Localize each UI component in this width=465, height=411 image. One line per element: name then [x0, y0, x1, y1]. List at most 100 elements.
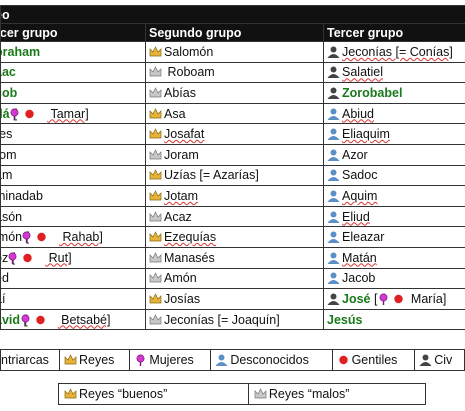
crown-gray-icon: [149, 313, 162, 326]
cell-name: Abías: [164, 85, 196, 100]
person-icon: [327, 108, 340, 120]
table-cell: avid [ Betsabé]: [0, 308, 146, 331]
table-row: oz [ Rut] Manasés Matán: [0, 246, 465, 269]
person-icon: [327, 252, 340, 264]
table-row: ed Amón Jacob: [0, 267, 465, 290]
table-cell: Eleazar: [322, 226, 465, 248]
cell-extra: Tamar]: [47, 106, 89, 121]
cell-name: Salomón: [164, 44, 214, 59]
cell-name: Josías: [164, 291, 201, 306]
person-dark-icon: [327, 66, 340, 79]
cell-name: Ezequías: [164, 230, 217, 245]
crown-gold-icon: [149, 190, 162, 202]
table-cell: ed: [0, 267, 146, 290]
cell-name: Roboam: [164, 65, 215, 80]
legend-good-kings: Reyes “buenos”: [58, 383, 249, 405]
crown-gold-icon: [149, 128, 162, 140]
table-cell: Salatiel: [322, 61, 465, 84]
cell-name: Joram: [164, 147, 199, 162]
table-cell: Jeconías [= Joaquín]: [145, 308, 324, 331]
column-header-second: Segundo grupo: [145, 23, 324, 42]
cell-name: Azor: [342, 147, 368, 162]
table-cell: José [ María]: [322, 288, 465, 310]
cell-name: Abiud: [342, 106, 374, 121]
column-header-third: Tercer grupo: [322, 23, 465, 42]
cell-name: asón: [1, 209, 23, 224]
crown-gold-icon: [149, 231, 162, 243]
table-cell: Jotam: [145, 185, 324, 207]
cell-name: Sadoc: [342, 168, 378, 183]
crown-gold-icon: [64, 388, 77, 400]
table-cell: Josafat: [145, 123, 324, 145]
cell-name: Eliud: [342, 209, 370, 224]
table-cell: Uzías [= Azarías]: [145, 164, 324, 187]
person-icon: [327, 190, 340, 202]
table-cell: aac: [0, 61, 146, 84]
table-row: lmón [ Rahab] Ezequías Eleazar: [0, 226, 465, 248]
cell-name: cob: [1, 85, 18, 100]
legend-row: ntriarcas Reyes Mujeres Desconocidos Gen…: [0, 349, 465, 371]
crown-gold-icon: [149, 107, 162, 120]
table-cell: Salomón: [145, 41, 324, 63]
table-cell: Azor: [322, 143, 465, 166]
cell-name: Jeconías [= Joaquín]: [164, 312, 280, 327]
legend-civ: Civ: [414, 349, 465, 371]
person-icon: [327, 211, 340, 223]
table-row: res Josafat Eliaquim: [0, 123, 465, 145]
red-dot-icon: [337, 354, 350, 366]
cell-name: Salatiel: [342, 65, 383, 80]
cell-name: Jacob: [342, 271, 376, 286]
female-icon: [134, 354, 147, 366]
cell-name: Asa: [164, 106, 186, 121]
table-cell: res: [0, 123, 146, 145]
crown-gray-icon: [149, 210, 162, 223]
table-row: oraham Salomón Jeconías [= Conías]: [0, 41, 465, 63]
cell-name: res: [2, 127, 13, 142]
person-dark-icon: [327, 293, 340, 305]
legend-patriarcas: ntriarcas: [0, 349, 60, 371]
cell-name: am: [1, 168, 13, 183]
red-dot-icon: [35, 314, 56, 326]
person-icon: [327, 231, 340, 244]
cell-name: aac: [1, 65, 16, 80]
table-row: rom Joram Azor: [0, 143, 465, 166]
table-row: aac Roboam Salatiel: [0, 61, 465, 84]
cell-name: Eleazar: [342, 230, 385, 245]
table-cell: asón: [0, 205, 146, 228]
table-cell: Jacob: [322, 267, 465, 290]
table-cell: minadab: [0, 185, 146, 207]
cell-name: Zorobabel: [342, 85, 403, 100]
table-row: minadab Jotam Aquim: [0, 185, 465, 207]
table-row: aí Josías José [ María]: [0, 288, 465, 310]
crown-gray-icon: [149, 251, 162, 264]
crown-icon: [64, 354, 77, 366]
cell-extra: Rahab]: [59, 230, 103, 245]
table-cell: aí: [0, 288, 146, 310]
table-row: avid [ Betsabé] Jeconías [= Joaquín] Jesús: [0, 308, 465, 331]
table-cell: Sadoc: [322, 164, 465, 187]
table-cell: Jesús: [322, 308, 465, 331]
table-cell: cob: [0, 82, 146, 104]
table-row: cob Abías Zorobabel: [0, 82, 465, 104]
table-cell: Joram: [145, 143, 324, 166]
person-icon: [327, 272, 340, 285]
table-row: am Uzías [= Azarías] Sadoc: [0, 164, 465, 187]
table-cell: rom: [0, 143, 146, 166]
table-cell: Abías: [145, 82, 324, 104]
crown-gray-icon: [149, 66, 162, 78]
crown-gray-icon: [149, 148, 162, 161]
red-dot-icon: [37, 231, 57, 243]
cell-name: Jeconías [= Conías]: [342, 44, 453, 59]
table-title: eo: [0, 5, 465, 24]
table-cell: Eliud: [322, 205, 465, 228]
cell-name: minadab: [2, 188, 43, 203]
table-cell: Manasés: [145, 246, 324, 269]
cell-name: ed: [1, 271, 9, 286]
table-cell: Matán: [322, 246, 465, 269]
person-icon: [327, 169, 340, 182]
red-dot-icon: [23, 252, 43, 264]
person-icon: [327, 128, 340, 141]
table-cell: am: [0, 164, 146, 187]
cell-name: Matán: [342, 250, 377, 265]
table-cell: dá [ Tamar]: [0, 102, 146, 125]
